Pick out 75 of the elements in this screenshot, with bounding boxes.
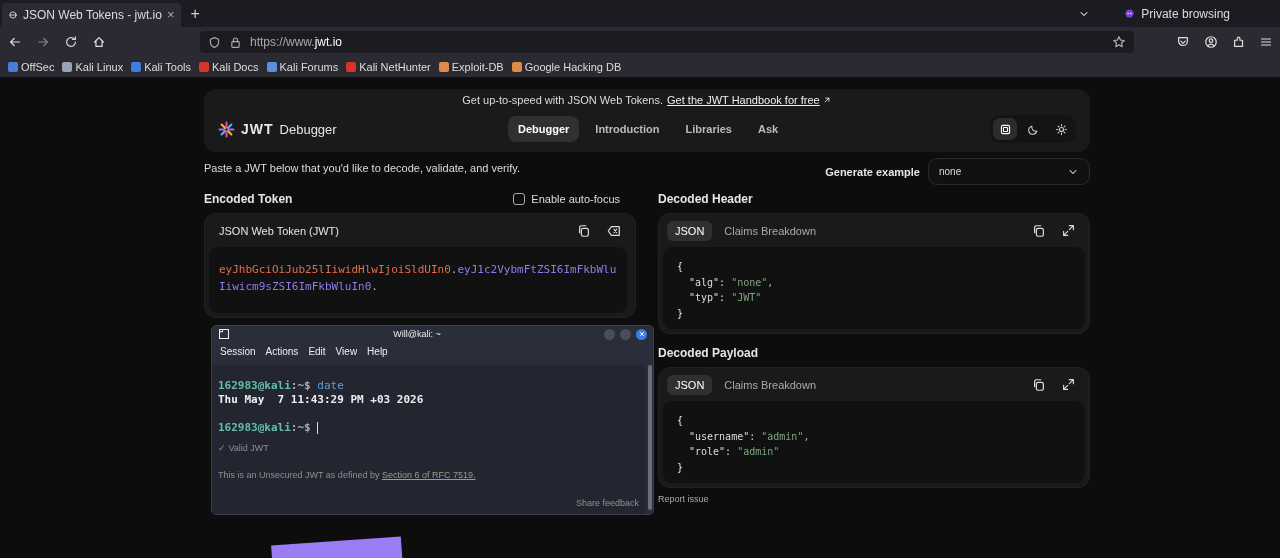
reload-icon: [64, 35, 78, 49]
expand-icon: [1062, 378, 1075, 391]
intro-text: Paste a JWT below that you'd like to decode, validate, and verify.: [204, 161, 520, 174]
menu-icon: [1260, 35, 1272, 49]
bookmark-link[interactable]: Kali Docs: [199, 61, 259, 73]
copy-icon: [577, 223, 591, 238]
scrollbar[interactable]: [648, 365, 652, 510]
bookmark-link[interactable]: Google Hacking DB: [511, 61, 622, 73]
private-browsing-label: Private browsing: [1141, 6, 1230, 21]
json-code: { "alg": "none", "typ": "JWT" }: [663, 247, 1085, 329]
pocket-icon: [1176, 35, 1190, 49]
lock-icon: [229, 35, 242, 49]
bookmark-link[interactable]: Kali Linux: [62, 61, 124, 73]
back-icon: [8, 35, 22, 49]
copy-icon: [1032, 377, 1046, 392]
handbook-link[interactable]: Get the JWT Handbook for free: [667, 94, 832, 106]
shield-icon: [208, 35, 221, 49]
share-feedback-link[interactable]: Share feedback: [218, 496, 639, 510]
view-tab[interactable]: Claims Breakdown: [716, 374, 825, 395]
mask-icon: [1124, 8, 1136, 19]
menu-item[interactable]: Help: [367, 346, 388, 358]
nav-link[interactable]: Debugger: [508, 116, 580, 142]
bookmark-link[interactable]: Exploit-DB: [438, 61, 504, 73]
panel-title: JSON Web Token (JWT): [219, 224, 339, 237]
bookmark-link[interactable]: Kali Forums: [266, 61, 339, 73]
puzzle-icon: [1232, 35, 1246, 49]
banner-text: Get up-to-speed with JSON Web Tokens.: [462, 94, 664, 106]
unsecured-note: This is an Unsecured JWT as defined by Section 6 of RFC 7519.: [218, 469, 477, 482]
menu-item[interactable]: View: [335, 346, 358, 358]
logo-wordmark: JWT: [241, 121, 274, 137]
menu-item[interactable]: Actions: [265, 346, 299, 358]
copy-icon: [1032, 223, 1046, 238]
bookmark-link[interactable]: OffSec: [8, 61, 55, 73]
close-icon: [637, 330, 646, 339]
auto-focus-checkbox[interactable]: [513, 193, 526, 205]
close-button[interactable]: [636, 328, 647, 340]
nav-link[interactable]: Libraries: [675, 116, 742, 142]
menu-item[interactable]: Session: [220, 346, 256, 358]
nav-link[interactable]: Ask: [747, 116, 789, 142]
bookmark-link[interactable]: Kali NetHunter: [346, 61, 431, 73]
terminal-title: Will@kali: ~: [392, 329, 442, 340]
generate-example-label: Generate example: [825, 165, 920, 178]
valid-jwt-status: ✓ Valid JWT: [218, 442, 270, 455]
globe-icon: [8, 9, 18, 20]
bookmark-link[interactable]: Kali Tools: [131, 61, 192, 73]
close-tab-button[interactable]: ×: [166, 7, 175, 22]
report-issue-link[interactable]: Report issue: [658, 494, 709, 504]
auto-focus-label: Enable auto-focus: [531, 193, 620, 205]
address-bar[interactable]: https://www.jwt.io: [200, 31, 1134, 53]
account-icon: [1204, 35, 1218, 49]
json-code: { "username": "admin", "role": "admin" }: [663, 401, 1085, 483]
forward-icon: [36, 35, 50, 49]
sun-icon: [1054, 122, 1068, 136]
rfc-link[interactable]: Section 6 of RFC 7519.: [381, 470, 476, 480]
nav-link[interactable]: Introduction: [585, 116, 670, 142]
app-title: Debugger: [279, 121, 337, 137]
section-title: Decoded Header: [658, 192, 753, 206]
expand-icon: [1062, 224, 1075, 237]
view-tab[interactable]: JSON: [667, 220, 713, 241]
section-title: Decoded Payload: [658, 346, 759, 360]
view-tab[interactable]: Claims Breakdown: [716, 220, 825, 241]
clear-icon: [607, 223, 621, 238]
encoded-token-title: Encoded Token: [204, 192, 293, 206]
logo-burst-icon: [218, 120, 235, 138]
theme-button[interactable]: [993, 118, 1017, 140]
example-dropdown[interactable]: none: [928, 158, 1090, 185]
monitor-icon: [998, 122, 1012, 136]
terminal-icon: [218, 328, 230, 341]
new-tab-button[interactable]: +: [190, 4, 200, 23]
home-icon: [92, 35, 106, 49]
browser-tab[interactable]: JSON Web Tokens - jwt.io ×: [2, 2, 181, 27]
star-icon: [1112, 35, 1126, 49]
token-input[interactable]: eyJhbGciOiJub25lIiwidHlwIjoiSldUIn0.eyJ1c2VybmFtZSI6ImFkbWluIiwicm9sZSI6ImFkbWluIn0.: [209, 247, 627, 313]
menu-item[interactable]: Edit: [308, 346, 326, 358]
view-tab[interactable]: JSON: [667, 374, 713, 395]
